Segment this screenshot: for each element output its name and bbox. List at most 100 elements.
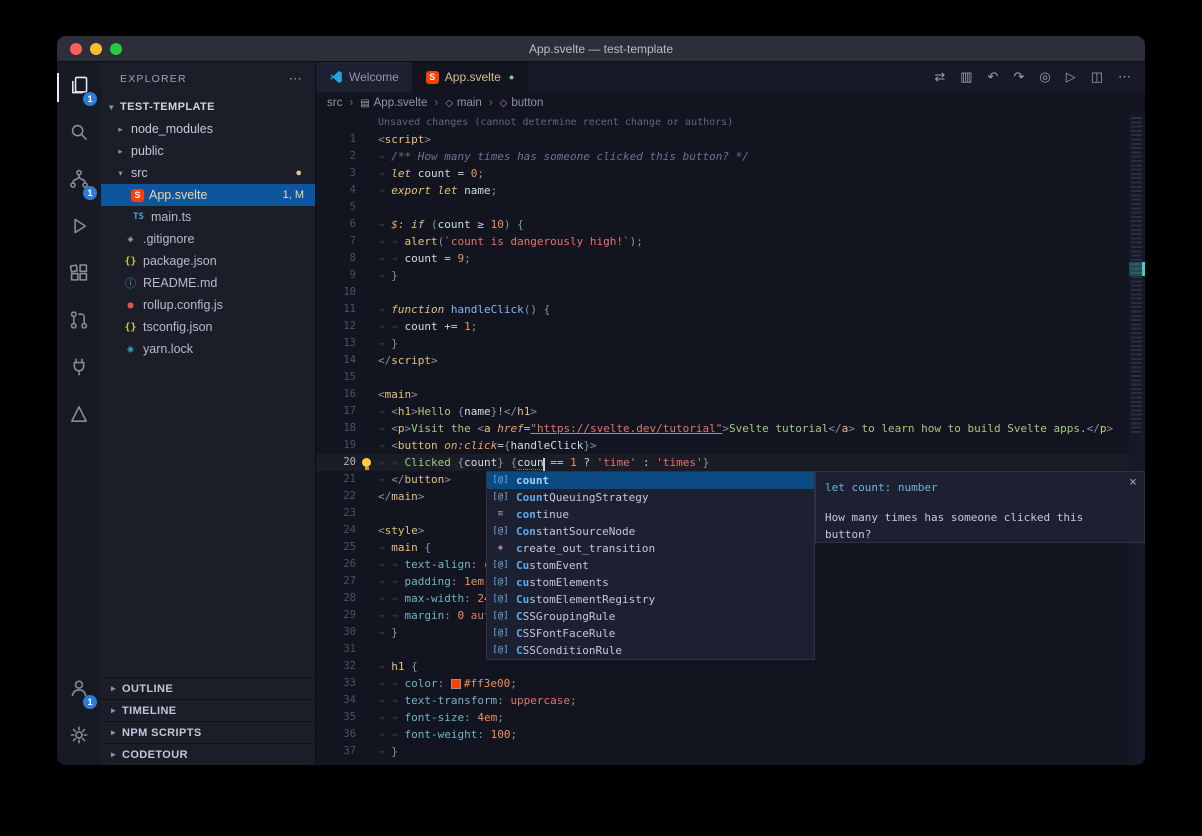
sidebar-section-outline[interactable]: ▸OUTLINE [101, 677, 315, 699]
code-line[interactable]: 18→<p>Visit the <a href="https://svelte.… [316, 420, 1129, 437]
compare-changes-icon[interactable]: ⇄ [934, 69, 945, 85]
explorer-sidebar: EXPLORER ⋯ ▾ TEST-TEMPLATE ▸node_modules… [101, 62, 316, 765]
breadcrumb-item-button[interactable]: ◇button [500, 97, 544, 109]
suggestion-item[interactable]: [@]CountQueuingStrategy [487, 489, 814, 506]
suggestion-item[interactable]: ≡continue [487, 506, 814, 523]
run-icon[interactable]: ▷ [1066, 69, 1076, 85]
activity-bar-item-azure[interactable] [57, 393, 101, 440]
more-actions-icon[interactable]: ⋯ [1118, 69, 1131, 85]
sidebar-section-npm-scripts[interactable]: ▸NPM SCRIPTS [101, 721, 315, 743]
open-preview-icon[interactable]: ▥ [960, 69, 972, 85]
open-changes-icon[interactable]: ◎ [1039, 69, 1050, 85]
code-line[interactable]: 6→$: if (count ≥ 10) { [316, 216, 1129, 233]
code-line[interactable]: 35→→font-size: 4em; [316, 709, 1129, 726]
code-line[interactable]: 20→→Clicked {count} {coun == 1 ? 'time' … [316, 454, 1129, 471]
next-change-icon[interactable]: ↷ [1013, 69, 1024, 85]
close-icon[interactable]: × [1129, 474, 1137, 491]
code-line[interactable]: 13→} [316, 335, 1129, 352]
minimap[interactable] [1129, 114, 1145, 765]
code-line[interactable]: 5 [316, 199, 1129, 216]
file-item-main-ts[interactable]: TSmain.ts [101, 206, 315, 228]
activity-bar-item-source-control[interactable]: 1 [57, 158, 101, 205]
project-section-header[interactable]: ▾ TEST-TEMPLATE [101, 96, 315, 118]
suggestion-item[interactable]: [@]CSSFontFaceRule [487, 625, 814, 642]
close-window-button[interactable] [70, 43, 82, 55]
code-line[interactable]: 7→→alert(`count is dangerously high!`); [316, 233, 1129, 250]
file-item--gitignore[interactable]: ◈.gitignore [101, 228, 315, 250]
code-line[interactable]: 10 [316, 284, 1129, 301]
file-item-app-svelte[interactable]: SApp.svelte1, M [101, 184, 315, 206]
code-line[interactable]: 16<main> [316, 386, 1129, 403]
file-item-rollup-config-js[interactable]: ●rollup.config.js [101, 294, 315, 316]
code-line[interactable]: 36 →→font-weight: 100; [316, 726, 1129, 743]
code-line[interactable]: 37→} [316, 743, 1129, 760]
file-item-tsconfig-json[interactable]: {}tsconfig.json [101, 316, 315, 338]
activity-bar-item-run-debug[interactable] [57, 205, 101, 252]
code-editor[interactable]: Unsaved changes (cannot determine recent… [316, 114, 1145, 765]
sidebar-section-timeline[interactable]: ▸TIMELINE [101, 699, 315, 721]
lightbulb-icon[interactable] [362, 458, 371, 467]
breadcrumb-item-main[interactable]: ◇main [445, 97, 482, 109]
code-text: →→text-transform: uppercase; [378, 692, 1129, 709]
code-line[interactable]: 17→<h1>Hello {name}!</h1> [316, 403, 1129, 420]
activity-bar-item-remote[interactable] [57, 346, 101, 393]
code-line[interactable]: 4→export let name; [316, 182, 1129, 199]
suggestion-item[interactable]: ◈create_out_transition [487, 540, 814, 557]
code-line[interactable]: 2→/** How many times has someone clicked… [316, 148, 1129, 165]
split-editor-icon[interactable]: ◫ [1091, 69, 1103, 85]
file-item-package-json[interactable]: {}package.json [101, 250, 315, 272]
breadcrumb-label: button [511, 97, 543, 109]
sidebar-section-codetour[interactable]: ▸CODETOUR [101, 743, 315, 765]
line-number: 32 [316, 658, 356, 675]
code-line[interactable]: 33→→color: #ff3e00; [316, 675, 1129, 692]
editor-actions: ⇄ ▥ ↶ ↷ ◎ ▷ ◫ ⋯ [920, 62, 1145, 92]
tab-app-svelte[interactable]: SApp.svelte● [413, 62, 528, 92]
code-text: →→font-weight: 100; [378, 726, 1129, 743]
line-number: 36 [316, 726, 356, 743]
suggestion-item[interactable]: [@]CSSGroupingRule [487, 608, 814, 625]
code-line[interactable]: 32→h1 { [316, 658, 1129, 675]
glyph-margin [356, 267, 378, 284]
more-actions-icon[interactable]: ⋯ [289, 71, 303, 87]
activity-bar-item-extensions[interactable] [57, 252, 101, 299]
suggestion-item[interactable]: [@]customElements [487, 574, 814, 591]
code-line[interactable]: 11→function handleClick() { [316, 301, 1129, 318]
activity-bar-item-github-pr[interactable] [57, 299, 101, 346]
folder-item-public[interactable]: ▸public [101, 140, 315, 162]
code-line[interactable]: 15 [316, 369, 1129, 386]
code-line[interactable]: 3→let count = 0; [316, 165, 1129, 182]
suggestion-item[interactable]: [@]ConstantSourceNode [487, 523, 814, 540]
suggestion-label: CSSConditionRule [516, 642, 622, 659]
chevron-right-icon: ▸ [108, 727, 119, 738]
minimize-window-button[interactable] [90, 43, 102, 55]
suggestion-item[interactable]: [@]count [487, 472, 814, 489]
folder-item-src[interactable]: ▾src● [101, 162, 315, 184]
breadcrumb-item-src[interactable]: src [327, 97, 342, 109]
code-line[interactable]: 34→→text-transform: uppercase; [316, 692, 1129, 709]
suggestion-item[interactable]: [@]CustomElementRegistry [487, 591, 814, 608]
code-line[interactable]: 19→<button on:click={handleClick}> [316, 437, 1129, 454]
title-bar[interactable]: App.svelte — test-template [57, 36, 1145, 62]
previous-change-icon[interactable]: ↶ [988, 69, 999, 85]
file-label: App.svelte [149, 188, 207, 202]
code-line[interactable]: 8→→count = 9; [316, 250, 1129, 267]
glyph-margin [356, 675, 378, 692]
code-line[interactable]: 1<script> [316, 131, 1129, 148]
suggestion-item[interactable]: [@]CSSConditionRule [487, 642, 814, 659]
search-icon [68, 121, 90, 148]
folder-item-node-modules[interactable]: ▸node_modules [101, 118, 315, 140]
activity-bar-item-explorer[interactable]: 1 [57, 64, 101, 111]
code-line[interactable]: 14</script> [316, 352, 1129, 369]
code-line[interactable]: 9→} [316, 267, 1129, 284]
breadcrumb-item-app-svelte[interactable]: ▤App.svelte [360, 97, 427, 109]
zoom-window-button[interactable] [110, 43, 122, 55]
file-item-readme-md[interactable]: ⓘREADME.md [101, 272, 315, 294]
activity-bar-item-search[interactable] [57, 111, 101, 158]
code-line[interactable]: 12→→count += 1; [316, 318, 1129, 335]
tab-welcome[interactable]: Welcome [316, 62, 413, 92]
file-item-yarn-lock[interactable]: ◉yarn.lock [101, 338, 315, 360]
activity-bar-item-settings[interactable] [57, 714, 101, 761]
code-text: →<button on:click={handleClick}> [378, 437, 1129, 454]
suggestion-item[interactable]: [@]CustomEvent [487, 557, 814, 574]
activity-bar-item-accounts[interactable]: 1 [57, 667, 101, 714]
